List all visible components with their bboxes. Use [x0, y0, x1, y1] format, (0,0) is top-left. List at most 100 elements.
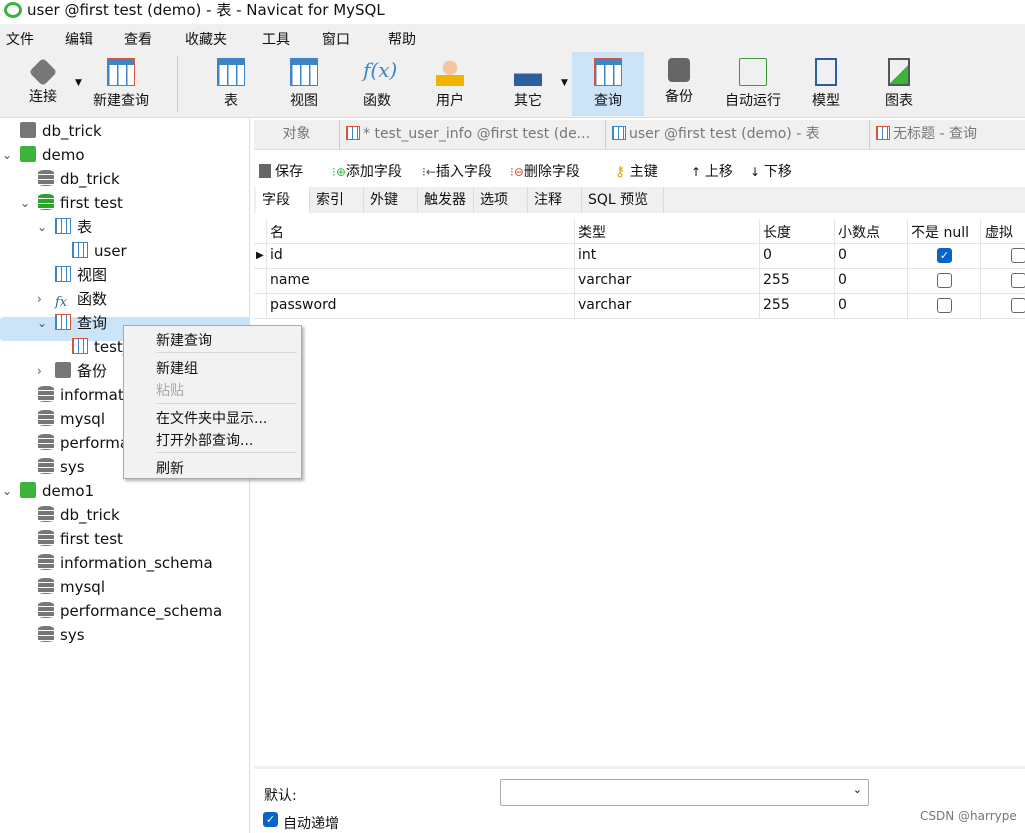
primary-key-button[interactable]: ⚷ 主键: [615, 161, 658, 181]
menu-item-new-query[interactable]: 新建查询: [156, 330, 212, 350]
menu-favorites[interactable]: 收藏夹: [185, 29, 227, 49]
tree-item-database[interactable]: sys: [38, 455, 85, 479]
field-type[interactable]: varchar: [578, 272, 631, 288]
tree-item-database[interactable]: ⌄ first test: [20, 191, 123, 215]
field-decimals[interactable]: 0: [838, 272, 847, 288]
field-name[interactable]: id: [270, 247, 283, 263]
tree-item-database[interactable]: performa: [38, 431, 129, 455]
move-down-button[interactable]: ↓ 下移: [750, 161, 792, 181]
tree-item-backups[interactable]: › 备份: [37, 359, 107, 383]
tree-item-views[interactable]: 视图: [55, 263, 107, 287]
default-value-select[interactable]: ⌄: [500, 779, 869, 806]
virtual-checkbox[interactable]: [1011, 298, 1025, 313]
column-header-decimals[interactable]: 小数点: [838, 222, 880, 242]
other-dropdown-icon[interactable]: ▼: [561, 78, 568, 88]
tree-item-connection[interactable]: ⌄ demo: [2, 143, 85, 167]
menu-edit[interactable]: 编辑: [65, 29, 93, 49]
tree-item-tables[interactable]: ⌄ 表: [37, 215, 92, 239]
tree-item-database[interactable]: information_schema: [38, 551, 213, 575]
menu-tools[interactable]: 工具: [262, 29, 290, 49]
field-name[interactable]: password: [270, 297, 336, 313]
tab-triggers[interactable]: 触发器: [418, 187, 474, 213]
tree-item-database[interactable]: mysql: [38, 407, 105, 431]
chevron-right-icon[interactable]: ›: [37, 287, 42, 311]
table-row[interactable]: ▶ id int 0 0 ✓: [254, 244, 1025, 269]
field-name[interactable]: name: [270, 272, 310, 288]
tree-item-connection[interactable]: ⌄ demo1: [2, 479, 94, 503]
field-length[interactable]: 0: [763, 247, 772, 263]
field-length[interactable]: 255: [763, 272, 790, 288]
auto-run-button[interactable]: 自动运行: [720, 52, 786, 116]
auto-increment-checkbox[interactable]: ✓: [263, 812, 278, 827]
other-button[interactable]: 其它: [503, 52, 553, 116]
menu-view[interactable]: 查看: [124, 29, 152, 49]
tab-user-table[interactable]: user @first test (demo) - 表: [608, 120, 870, 149]
add-field-button[interactable]: ⁝⊕添加字段: [332, 161, 402, 181]
column-header-type[interactable]: 类型: [578, 222, 606, 242]
chart-button[interactable]: 图表: [874, 52, 924, 116]
column-header-not-null[interactable]: 不是 null: [911, 222, 969, 242]
tab-sql-preview[interactable]: SQL 预览: [582, 187, 664, 213]
field-type[interactable]: varchar: [578, 297, 631, 313]
tab-fields[interactable]: 字段: [256, 187, 310, 213]
chevron-down-icon[interactable]: ⌄: [2, 143, 12, 167]
column-header-name[interactable]: 名: [270, 222, 284, 242]
virtual-checkbox[interactable]: [1011, 273, 1025, 288]
tree-item-functions[interactable]: › fx 函数: [37, 287, 107, 311]
chevron-down-icon[interactable]: ⌄: [37, 215, 47, 239]
move-up-button[interactable]: ↑ 上移: [691, 161, 733, 181]
field-length[interactable]: 255: [763, 297, 790, 313]
menu-item-open-external-query[interactable]: 打开外部查询...: [156, 430, 253, 450]
table-row[interactable]: password varchar 255 0: [254, 294, 1025, 319]
tree-item-database[interactable]: sys: [38, 623, 85, 647]
backup-button[interactable]: 备份: [654, 52, 704, 116]
tree-item-database[interactable]: db_trick: [38, 503, 120, 527]
table-row[interactable]: name varchar 255 0: [254, 269, 1025, 294]
tree-item-connection[interactable]: db_trick: [20, 119, 102, 143]
new-query-button[interactable]: 新建查询: [88, 52, 154, 116]
tree-item-queries[interactable]: ⌄ 查询: [37, 311, 107, 335]
tree-item-database[interactable]: db_trick: [38, 167, 120, 191]
chevron-down-icon[interactable]: ⌄: [20, 191, 30, 215]
function-button[interactable]: f(x) 函数: [352, 52, 402, 116]
save-button[interactable]: 保存: [259, 161, 303, 181]
chevron-right-icon[interactable]: ›: [37, 359, 42, 383]
table-button[interactable]: 表: [206, 52, 256, 116]
column-header-virtual[interactable]: 虚拟: [985, 222, 1013, 242]
menu-item-new-group[interactable]: 新建组: [156, 358, 198, 378]
field-decimals[interactable]: 0: [838, 297, 847, 313]
connect-dropdown-icon[interactable]: ▼: [75, 78, 82, 88]
not-null-checkbox[interactable]: [937, 298, 952, 313]
tab-foreign-keys[interactable]: 外键: [364, 187, 418, 213]
tree-item-database[interactable]: first test: [38, 527, 123, 551]
menu-window[interactable]: 窗口: [322, 29, 350, 49]
tab-untitled-query[interactable]: 无标题 - 查询: [872, 120, 1025, 149]
tree-item-database[interactable]: performance_schema: [38, 599, 222, 623]
query-button[interactable]: 查询: [572, 52, 644, 116]
field-decimals[interactable]: 0: [838, 247, 847, 263]
not-null-checkbox[interactable]: [937, 273, 952, 288]
tab-test-user-info[interactable]: * test_user_info @first test (de...: [342, 120, 606, 149]
chevron-down-icon[interactable]: ⌄: [37, 311, 47, 335]
tree-item-database[interactable]: informat: [38, 383, 124, 407]
virtual-checkbox[interactable]: [1011, 248, 1025, 263]
tab-indexes[interactable]: 索引: [310, 187, 364, 213]
field-type[interactable]: int: [578, 247, 596, 263]
tree-item-query[interactable]: test_: [72, 335, 130, 359]
user-button[interactable]: 用户: [425, 52, 475, 116]
menu-item-show-in-folder[interactable]: 在文件夹中显示...: [156, 408, 267, 428]
delete-field-button[interactable]: ⁝⊖删除字段: [510, 161, 580, 181]
menu-file[interactable]: 文件: [6, 29, 34, 49]
model-button[interactable]: 模型: [801, 52, 851, 116]
view-button[interactable]: 视图: [279, 52, 329, 116]
column-header-length[interactable]: 长度: [763, 222, 791, 242]
menu-help[interactable]: 帮助: [388, 29, 416, 49]
connect-button[interactable]: 连接: [18, 52, 68, 116]
not-null-checkbox[interactable]: ✓: [937, 248, 952, 263]
tree-item-table[interactable]: user: [72, 239, 127, 263]
tree-item-database[interactable]: mysql: [38, 575, 105, 599]
tab-comments[interactable]: 注释: [528, 187, 582, 213]
tab-options[interactable]: 选项: [474, 187, 528, 213]
tab-objects[interactable]: 对象: [254, 120, 340, 149]
menu-item-refresh[interactable]: 刷新: [156, 458, 184, 478]
